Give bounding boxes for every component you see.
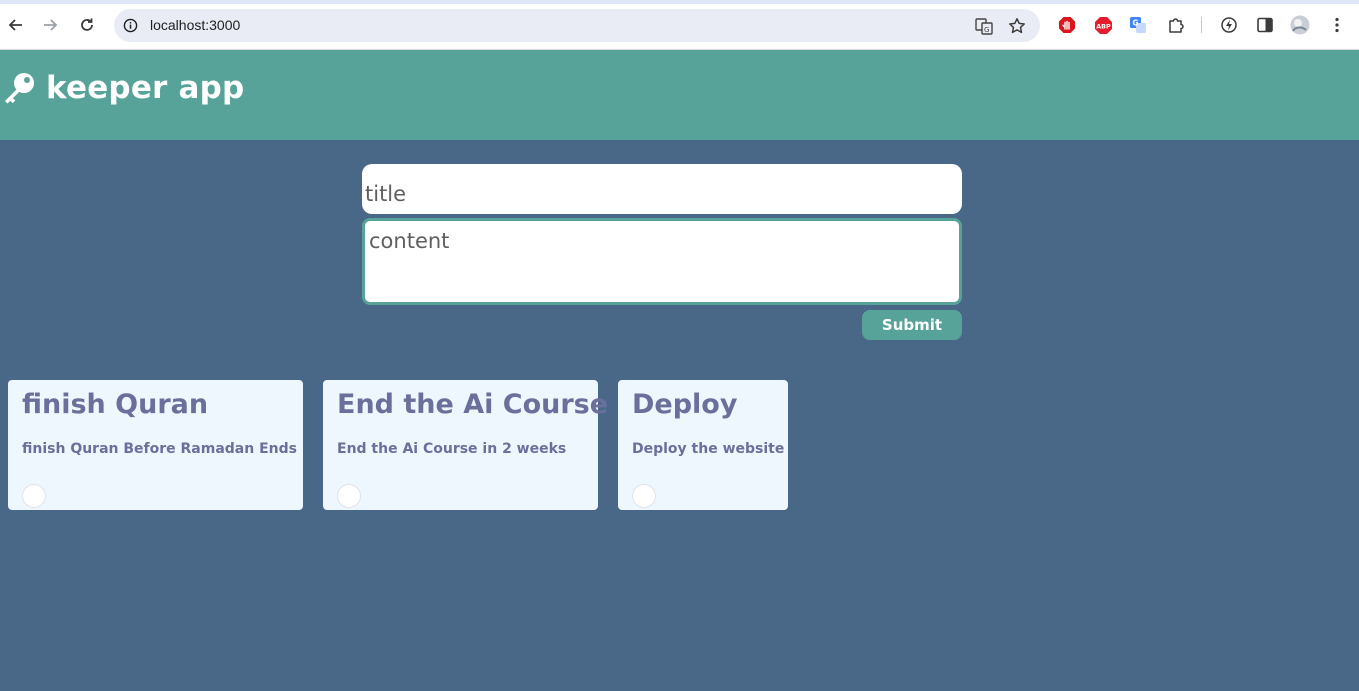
content-textarea[interactable] [362, 218, 962, 305]
note-complete-toggle[interactable] [632, 484, 656, 508]
arrow-left-icon [8, 19, 22, 31]
google-translate-icon[interactable]: G [1128, 15, 1148, 35]
reload-icon [81, 18, 93, 31]
svg-text:ABP: ABP [1096, 22, 1111, 30]
forward-button[interactable] [38, 13, 62, 37]
translate-icon[interactable]: G [974, 16, 994, 36]
browser-toolbar: localhost:3000 G ABP G [0, 0, 1359, 50]
key-icon [5, 73, 34, 104]
reload-button[interactable] [75, 13, 99, 37]
app-header: keeper app [0, 50, 1359, 140]
note-title: finish Quran [22, 389, 209, 420]
svg-text:G: G [984, 26, 989, 34]
note-card: End the Ai Course End the Ai Course in 2… [323, 380, 608, 510]
side-panel-icon[interactable] [1255, 15, 1275, 35]
arrow-right-icon [44, 19, 58, 31]
kebab-menu-icon[interactable] [1327, 15, 1347, 35]
title-input[interactable] [362, 164, 962, 214]
lightning-icon[interactable] [1219, 15, 1239, 35]
address-bar[interactable]: localhost:3000 G [114, 9, 1040, 42]
abp-icon[interactable]: ABP [1093, 15, 1113, 35]
note-content: Deploy the website [632, 441, 785, 457]
back-button[interactable] [4, 13, 28, 37]
info-icon[interactable] [123, 18, 138, 33]
note-content: finish Quran Before Ramadan Ends [22, 441, 297, 457]
note-title: Deploy [632, 389, 738, 420]
note-card: finish Quran finish Quran Before Ramadan… [8, 380, 303, 510]
submit-button[interactable]: Submit [862, 310, 962, 340]
toolbar-separator [1201, 17, 1202, 33]
note-complete-toggle[interactable] [22, 484, 46, 508]
url-text[interactable]: localhost:3000 [150, 17, 240, 33]
brand: keeper app [2, 70, 244, 106]
hand-stop-icon[interactable] [1057, 15, 1077, 35]
note-complete-toggle[interactable] [337, 484, 361, 508]
app-title: keeper app [46, 70, 245, 106]
star-icon[interactable] [1007, 16, 1027, 36]
note-title: End the Ai Course [337, 389, 609, 420]
puzzle-icon[interactable] [1166, 15, 1186, 35]
note-card: Deploy Deploy the website [618, 380, 788, 510]
svg-text:G: G [1132, 19, 1138, 28]
profile-avatar[interactable] [1290, 15, 1310, 35]
tab-strip-edge [0, 0, 1359, 4]
note-content: End the Ai Course in 2 weeks [337, 441, 567, 457]
